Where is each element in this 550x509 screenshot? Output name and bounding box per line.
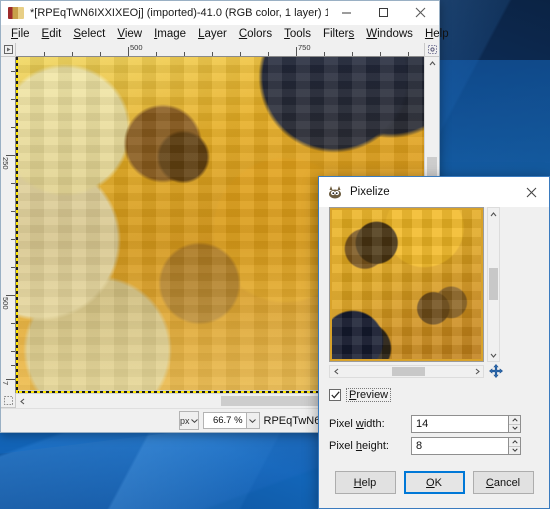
pixel-width-input[interactable]: 14 — [411, 415, 508, 433]
pixel-width-spinner[interactable]: 14 — [411, 415, 539, 433]
vruler-label-750: 7 — [1, 381, 10, 386]
zoom-value[interactable]: 66.7 % — [202, 412, 247, 429]
selection-boundary-left — [16, 57, 18, 393]
maximize-button[interactable] — [365, 1, 402, 24]
pixel-height-decrement[interactable] — [509, 447, 520, 455]
window-titlebar[interactable]: *[RPEqTwN6IXXIXEOj] (imported)-41.0 (RGB… — [1, 1, 439, 25]
gimp-wilber-icon — [329, 186, 341, 199]
scroll-up-icon[interactable] — [425, 57, 439, 70]
menu-item-layer[interactable]: Layer — [192, 27, 233, 42]
checkmark-icon — [330, 391, 340, 399]
window-title: *[RPEqTwN6IXXIXEOj] (imported)-41.0 (RGB… — [30, 6, 328, 19]
vertical-ruler[interactable]: 250 500 7 — [1, 57, 16, 393]
navigation-corner-button[interactable] — [1, 393, 16, 408]
menu-item-help[interactable]: Help — [419, 27, 455, 42]
hruler-label-500: 500 — [130, 43, 143, 52]
dialog-body: Preview Pixel width: 14 Pixel height: 8 — [319, 207, 549, 455]
menu-item-filters[interactable]: Filters — [317, 27, 360, 42]
menu-item-view[interactable]: View — [111, 27, 148, 42]
ok-button[interactable]: OK — [403, 471, 465, 494]
preview-vertical-thumb[interactable] — [489, 268, 498, 300]
pixel-width-decrement[interactable] — [509, 425, 520, 433]
menu-item-tools[interactable]: Tools — [278, 27, 317, 42]
preview-scroll-right-icon[interactable] — [471, 366, 483, 377]
preview-checkbox-label[interactable]: Preview — [346, 388, 392, 402]
pixelize-dialog[interactable]: Pixelize Preview Pixel width: 14 Pixel h… — [318, 176, 550, 509]
pixel-size-fields: Pixel width: 14 Pixel height: 8 — [329, 415, 539, 455]
preview-scroll-up-icon[interactable] — [488, 208, 499, 220]
horizontal-ruler[interactable]: 500 750 1000 — [16, 43, 424, 57]
menu-bar[interactable]: FFileile Edit Select View Image Layer Co… — [1, 25, 449, 45]
pixel-width-stepper[interactable] — [508, 415, 521, 433]
preview-scroll-left-icon[interactable] — [330, 366, 342, 377]
preview-checkbox-row[interactable]: Preview — [329, 387, 539, 403]
menu-item-file[interactable]: FFileile — [5, 27, 36, 42]
pixel-height-increment[interactable] — [509, 438, 520, 447]
dialog-title: Pixelize — [350, 186, 390, 198]
menu-item-select[interactable]: Select — [67, 27, 111, 42]
minimize-button[interactable] — [328, 1, 365, 24]
pixel-height-input[interactable]: 8 — [411, 437, 508, 455]
vruler-label-250: 250 — [1, 157, 10, 170]
close-button[interactable] — [402, 1, 439, 24]
pixel-height-spinner[interactable]: 8 — [411, 437, 539, 455]
pixel-width-increment[interactable] — [509, 416, 520, 425]
unit-combo[interactable]: px — [179, 411, 199, 430]
menu-item-windows[interactable]: Windows — [360, 27, 419, 42]
cancel-button[interactable]: Cancel — [472, 471, 534, 494]
zoom-dropdown-icon[interactable] — [246, 412, 260, 429]
preview-horizontal-thumb[interactable] — [392, 366, 425, 376]
pixel-height-label: Pixel height: — [329, 440, 389, 452]
chevron-down-icon — [190, 418, 198, 423]
quick-mask-corner[interactable] — [424, 43, 439, 57]
dialog-close-button[interactable] — [513, 177, 549, 207]
help-button[interactable]: Help — [334, 471, 396, 494]
window-controls[interactable] — [328, 1, 439, 24]
preview-image[interactable] — [332, 210, 481, 359]
preview-pan-icon[interactable] — [489, 364, 503, 378]
preview-vertical-scrollbar[interactable] — [487, 207, 500, 362]
gimp-icon — [8, 6, 24, 19]
hruler-label-750: 750 — [298, 43, 311, 52]
scroll-left-icon[interactable] — [16, 394, 29, 408]
pixel-height-stepper[interactable] — [508, 437, 521, 455]
preview-box[interactable] — [329, 207, 484, 362]
preview-checkbox[interactable] — [329, 389, 341, 401]
dialog-button-row[interactable]: Help OK Cancel — [319, 471, 549, 494]
preview-scroll-down-icon[interactable] — [488, 349, 499, 361]
menu-item-image[interactable]: Image — [148, 27, 192, 42]
ruler-origin-button[interactable] — [1, 43, 16, 57]
preview-row — [329, 207, 539, 362]
preview-hscroll-row — [329, 364, 539, 378]
zoom-control[interactable]: 66.7 % — [202, 412, 260, 429]
dialog-titlebar[interactable]: Pixelize — [319, 177, 549, 207]
menu-item-colors[interactable]: Colors — [233, 27, 278, 42]
menu-item-edit[interactable]: Edit — [36, 27, 68, 42]
vruler-label-500: 500 — [1, 297, 10, 310]
close-icon — [526, 187, 536, 197]
pixel-width-label: Pixel width: — [329, 418, 385, 430]
preview-horizontal-scrollbar[interactable] — [329, 364, 484, 378]
unit-combo-value: px — [180, 415, 190, 426]
